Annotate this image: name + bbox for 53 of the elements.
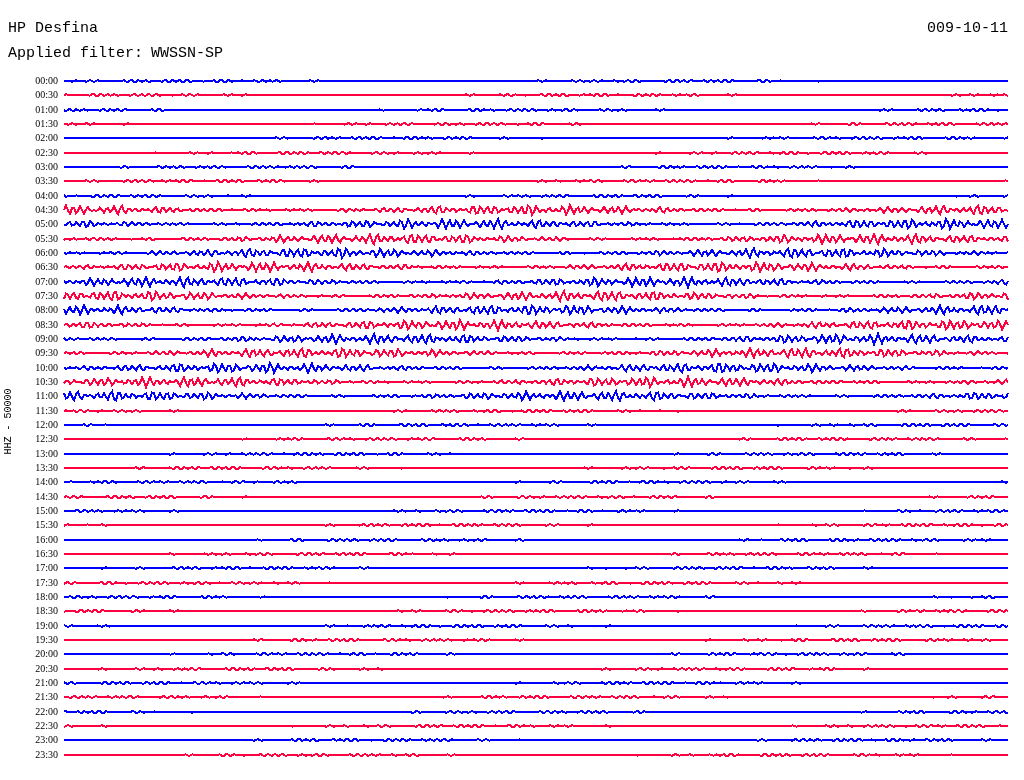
time-label: 04:00	[34, 190, 59, 201]
time-label: 01:00	[34, 104, 59, 115]
time-label: 10:00	[34, 362, 59, 373]
time-label: 02:30	[34, 147, 59, 158]
time-label: 05:30	[34, 233, 59, 244]
time-label: 05:00	[34, 219, 59, 230]
time-label: 19:30	[34, 634, 59, 645]
plot-date: 009-10-11	[927, 21, 1009, 36]
time-label: 17:00	[34, 563, 59, 574]
time-label: 16:00	[34, 534, 59, 545]
time-label: 04:30	[34, 205, 59, 216]
time-label: 00:30	[34, 90, 59, 101]
time-label: 21:30	[34, 692, 59, 703]
time-label: 06:30	[34, 262, 59, 273]
time-label: 03:30	[34, 176, 59, 187]
time-label: 08:00	[34, 305, 59, 316]
time-label: 09:30	[34, 348, 59, 359]
time-label: 09:00	[34, 334, 59, 345]
time-label: 02:00	[34, 133, 59, 144]
channel-label: HHZ - 50000	[1, 387, 15, 457]
time-label: 10:30	[34, 377, 59, 388]
time-label: 00:00	[34, 76, 59, 87]
time-label: 07:00	[34, 276, 59, 287]
time-label: 01:30	[34, 119, 59, 130]
filter-value: WWSSN-SP	[151, 46, 224, 64]
station-title: HP Desfina	[8, 21, 98, 36]
time-label: 18:00	[34, 591, 59, 602]
time-label: 12:00	[34, 420, 59, 431]
time-label: 20:00	[34, 649, 59, 660]
time-label: 19:00	[34, 620, 59, 631]
time-label: 21:00	[34, 677, 59, 688]
time-label: 22:00	[34, 706, 59, 717]
filter-label: Applied filter:	[8, 46, 144, 64]
time-label: 14:30	[34, 491, 59, 502]
time-label: 13:00	[34, 448, 59, 459]
time-label: 23:30	[34, 749, 59, 760]
time-label: 13:30	[34, 463, 59, 473]
time-label: 18:30	[34, 606, 59, 617]
time-label: 17:30	[34, 577, 59, 588]
time-label: 16:30	[34, 549, 59, 559]
time-label: 12:30	[34, 434, 59, 445]
time-label: 08:30	[34, 319, 59, 330]
time-label: 15:00	[34, 506, 59, 516]
time-label: 20:30	[34, 663, 59, 674]
time-label: 07:30	[34, 291, 59, 302]
time-label: 06:00	[34, 248, 59, 259]
time-label: 22:30	[34, 720, 59, 731]
time-label: 11:00	[34, 391, 59, 402]
time-label: 11:30	[34, 405, 59, 416]
time-label: 23:00	[34, 735, 59, 746]
time-label: 14:00	[34, 477, 59, 488]
time-label: 03:00	[34, 162, 59, 173]
time-label: 15:30	[34, 520, 59, 531]
